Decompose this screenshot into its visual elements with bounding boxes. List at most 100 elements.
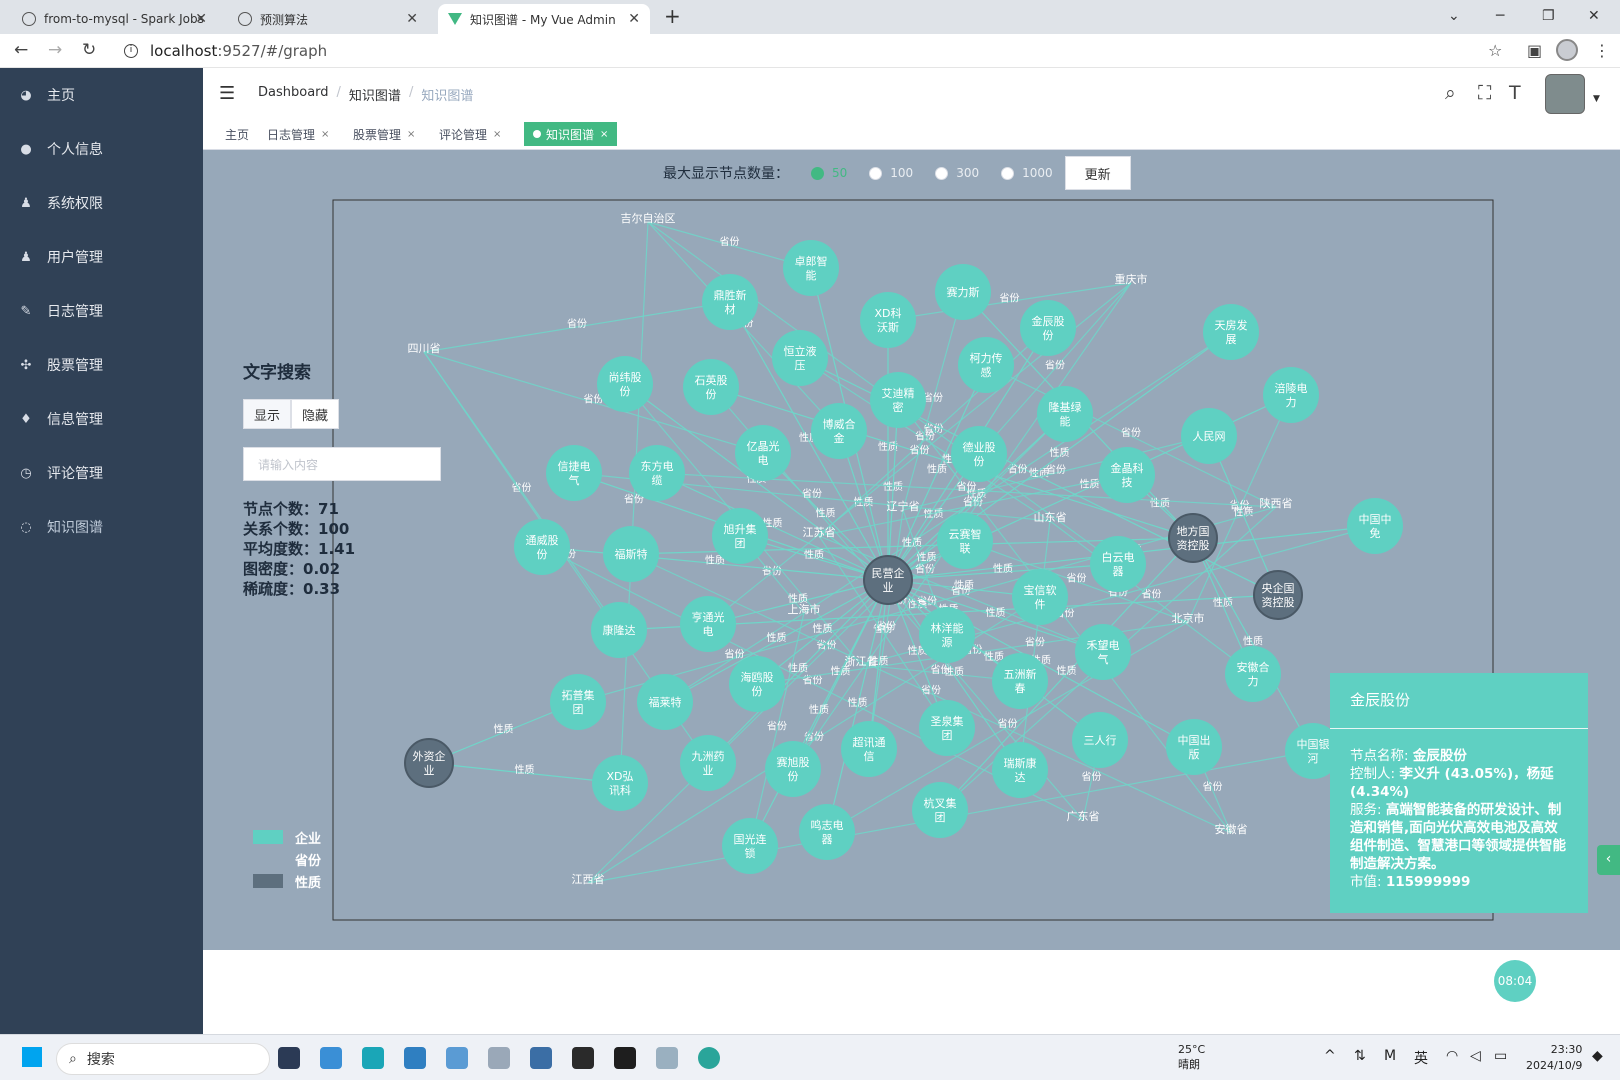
caret-down-icon[interactable]: ▼ (1593, 94, 1600, 104)
weather-widget[interactable]: 25°C 晴朗 (1178, 1042, 1205, 1072)
graph-company-node[interactable] (811, 403, 867, 459)
graph-province-node[interactable]: 陕西省 (1260, 496, 1293, 510)
radio-50[interactable]: 50 (811, 166, 847, 180)
reload-button[interactable]: ↻ (82, 40, 96, 60)
tab-list-chevron-icon[interactable]: ⌄ (1448, 8, 1460, 24)
file-explorer-icon[interactable] (278, 1047, 300, 1069)
graph-nature-node[interactable] (863, 555, 913, 605)
browser-tab[interactable]: 预测算法 ✕ (228, 4, 428, 34)
graph-company-node[interactable] (1099, 447, 1155, 503)
graph-province-node[interactable]: 广东省 (1067, 810, 1100, 823)
window-close-button[interactable]: ✕ (1588, 8, 1600, 24)
graph-company-node[interactable] (919, 607, 975, 663)
back-button[interactable]: ← (14, 40, 28, 60)
app-icon[interactable] (656, 1047, 678, 1069)
graph-company-node[interactable] (597, 356, 653, 412)
sidebar-toggle-icon[interactable]: ▣ (1527, 41, 1542, 60)
app-icon[interactable] (572, 1047, 594, 1069)
graph-company-node[interactable] (702, 274, 758, 330)
graph-company-node[interactable] (992, 742, 1048, 798)
graph-company-node[interactable] (958, 337, 1014, 393)
sidebar-item-users[interactable]: ♟ 用户管理 (0, 230, 203, 284)
graph-company-node[interactable] (783, 240, 839, 296)
text-size-icon[interactable]: T (1509, 82, 1521, 104)
legend-item-province[interactable]: 省份 (253, 848, 321, 870)
graph-company-node[interactable] (1020, 300, 1076, 356)
tag-home[interactable]: 主页 (217, 122, 257, 146)
chevron-up-icon[interactable]: ^ (1324, 1048, 1336, 1064)
graph-company-node[interactable] (680, 735, 736, 791)
legend-item-nature[interactable]: 性质 (253, 870, 321, 892)
site-info-icon[interactable]: i (124, 44, 138, 58)
app-icon[interactable] (530, 1047, 552, 1069)
clock-badge[interactable]: 08:04 (1494, 960, 1536, 1002)
sidebar-item-home[interactable]: ◕ 主页 (0, 68, 203, 122)
volume-icon[interactable]: ◁ (1470, 1048, 1481, 1064)
graph-company-node[interactable] (1203, 304, 1259, 360)
new-tab-button[interactable]: + (664, 4, 681, 28)
graph-company-node[interactable] (550, 674, 606, 730)
graph-company-node[interactable] (937, 513, 993, 569)
browser-icon[interactable] (698, 1047, 720, 1069)
sidebar-item-info[interactable]: ♦ 信息管理 (0, 392, 203, 446)
app-icon[interactable] (362, 1047, 384, 1069)
star-icon[interactable]: ☆ (1488, 41, 1502, 60)
hamburger-icon[interactable]: ☰ (219, 83, 235, 104)
graph-company-node[interactable] (712, 508, 768, 564)
taskbar-clock[interactable]: 23:30 2024/10/9 (1526, 1042, 1582, 1074)
graph-company-node[interactable] (951, 426, 1007, 482)
graph-company-node[interactable] (514, 519, 570, 575)
close-icon[interactable]: × (407, 129, 415, 140)
graph-company-node[interactable] (919, 700, 975, 756)
graph-company-node[interactable] (592, 755, 648, 811)
graph-province-node[interactable]: 江西省 (572, 873, 605, 886)
panel-collapse-button[interactable]: ‹ (1597, 845, 1620, 875)
graph-company-node[interactable] (1225, 646, 1281, 702)
graph-company-node[interactable] (860, 292, 916, 348)
graph-province-node[interactable]: 山东省 (1034, 511, 1067, 524)
update-button[interactable]: 更新 (1064, 156, 1131, 190)
radio-100[interactable]: 100 (869, 166, 913, 180)
graph-company-node[interactable] (629, 445, 685, 501)
tray-app-icon[interactable]: ⇅ (1354, 1048, 1366, 1064)
graph-company-node[interactable] (912, 782, 968, 838)
sidebar-item-graph[interactable]: ◌ 知识图谱 (0, 500, 203, 554)
tag-comments[interactable]: 评论管理 × (431, 122, 509, 146)
app-icon[interactable] (488, 1047, 510, 1069)
graph-province-node[interactable]: 辽宁省 (887, 499, 920, 513)
graph-company-node[interactable] (680, 596, 736, 652)
profile-icon[interactable] (1556, 39, 1578, 61)
sidebar-item-permissions[interactable]: ♟ 系统权限 (0, 176, 203, 230)
graph-province-node[interactable]: 吉尔自治区 (621, 211, 676, 225)
graph-province-node[interactable]: 上海市 (788, 602, 821, 616)
close-icon[interactable]: × (600, 129, 608, 140)
radio-300[interactable]: 300 (935, 166, 979, 180)
forward-button[interactable]: → (48, 40, 62, 60)
graph-province-node[interactable]: 江苏省 (803, 526, 836, 539)
close-icon[interactable]: × (493, 129, 501, 140)
search-icon[interactable]: ⌕ (1445, 82, 1456, 104)
show-button[interactable]: 显示 (243, 399, 291, 429)
graph-nature-node[interactable] (1253, 570, 1303, 620)
ime-indicator[interactable]: 英 (1414, 1048, 1428, 1068)
graph-company-node[interactable] (1166, 719, 1222, 775)
fullscreen-icon[interactable]: ⛶ (1478, 82, 1491, 104)
graph-company-node[interactable] (799, 804, 855, 860)
graph-company-node[interactable] (546, 445, 602, 501)
sidebar-item-comments[interactable]: ◷ 评论管理 (0, 446, 203, 500)
graph-company-node[interactable] (735, 425, 791, 481)
close-icon[interactable]: ✕ (195, 11, 207, 27)
sidebar-item-stocks[interactable]: ✣ 股票管理 (0, 338, 203, 392)
restore-button[interactable]: ❐ (1542, 8, 1555, 24)
radio-1000[interactable]: 1000 (1001, 166, 1053, 180)
notification-icon[interactable]: ◆ (1592, 1048, 1603, 1064)
graph-nature-node[interactable] (404, 738, 454, 788)
graph-province-node[interactable]: 四川省 (408, 342, 441, 355)
search-input[interactable]: 请输入内容 (243, 447, 441, 481)
graph-company-node[interactable] (1075, 624, 1131, 680)
graph-company-node[interactable] (772, 330, 828, 386)
tag-stocks[interactable]: 股票管理 × (345, 122, 423, 146)
graph-province-node[interactable]: 浙江省 (845, 655, 878, 668)
hide-button[interactable]: 隐藏 (291, 399, 339, 429)
more-menu-icon[interactable]: ⋮ (1594, 41, 1610, 60)
